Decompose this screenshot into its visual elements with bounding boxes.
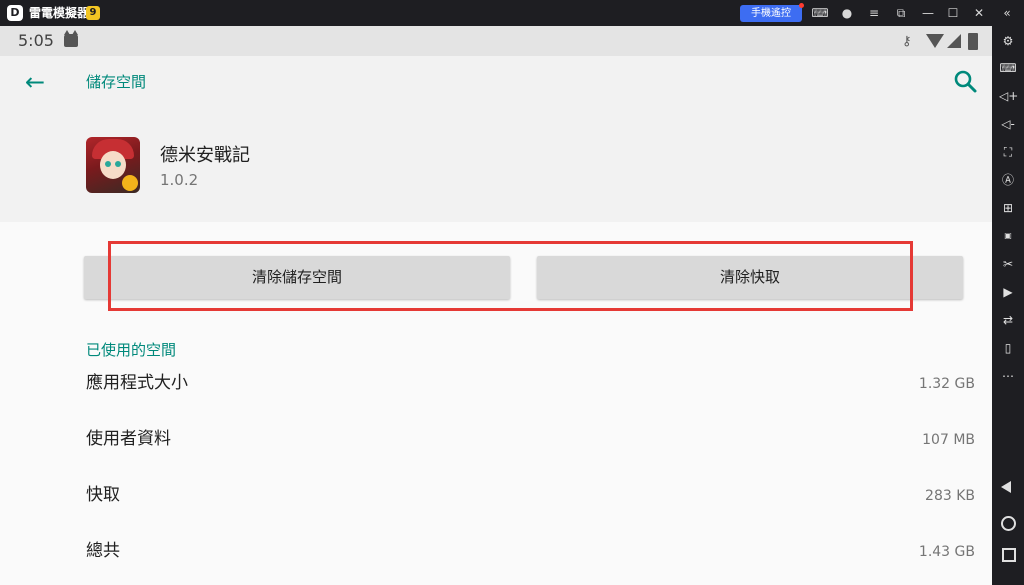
- vpn-key-icon: ⚷: [902, 34, 912, 49]
- battery-icon: [968, 33, 978, 50]
- search-icon[interactable]: [952, 68, 980, 96]
- nav-back-icon[interactable]: [1001, 481, 1011, 493]
- highlight-box: [108, 241, 913, 311]
- apk-install-icon[interactable]: ▣: [999, 227, 1017, 245]
- user-data-value: 107 MB: [922, 432, 975, 448]
- app-icon: [86, 137, 140, 193]
- back-arrow-icon[interactable]: ←: [22, 69, 48, 95]
- shake-icon[interactable]: ▯: [999, 339, 1017, 357]
- page-title: 儲存空間: [86, 73, 147, 91]
- android-status-bar: 5:05 ⚷: [0, 26, 992, 56]
- user-icon[interactable]: ●: [838, 4, 856, 22]
- app-name: 德米安戰記: [160, 145, 250, 166]
- minimize-icon[interactable]: —: [919, 4, 937, 22]
- sync-icon[interactable]: ⇄: [999, 311, 1017, 329]
- add-window-icon[interactable]: ⊞: [999, 199, 1017, 217]
- nav-home-icon[interactable]: [1001, 516, 1016, 531]
- emulator-title-bar: D 雷電模擬器 9 手機遙控 ⌨ ● ≡ ⧉ — ☐ ✕ «: [0, 0, 1024, 26]
- maximize-icon[interactable]: ☐: [944, 4, 962, 22]
- total-label: 總共: [86, 541, 120, 561]
- app-size-label: 應用程式大小: [86, 373, 188, 393]
- remote-control-button[interactable]: 手機遙控: [740, 3, 804, 22]
- app-icon-face: [100, 151, 126, 179]
- screenshot-icon[interactable]: ⛶: [999, 143, 1017, 161]
- app-version: 1.0.2: [160, 171, 199, 189]
- app-icon-eye-left: [105, 161, 111, 167]
- user-data-label: 使用者資料: [86, 429, 171, 449]
- keyboard-icon[interactable]: ⌨: [999, 59, 1017, 77]
- restore-icon[interactable]: ⧉: [892, 4, 910, 22]
- emulator-sidebar: ⚙ ⌨ ◁+ ◁- ⛶ Ⓐ ⊞ ▣ ✂ ▶ ⇄ ▯ ⋯: [992, 26, 1024, 585]
- volume-down-icon[interactable]: ◁-: [999, 115, 1017, 133]
- nav-recent-icon[interactable]: [1002, 548, 1016, 562]
- menu-icon[interactable]: ≡: [865, 4, 883, 22]
- notification-dot: [799, 3, 804, 8]
- scissors-icon[interactable]: ✂: [999, 255, 1017, 273]
- app-size-value: 1.32 GB: [918, 376, 975, 392]
- storage-settings-screen: ← 儲存空間 德米安戰記 1.0.2 清除儲存空間 清除快取 已使用的空間 應用…: [0, 56, 992, 585]
- record-icon[interactable]: ▶: [999, 283, 1017, 301]
- settings-icon[interactable]: ⚙: [999, 32, 1017, 50]
- more-icon[interactable]: ⋯: [999, 367, 1017, 385]
- auto-click-icon[interactable]: Ⓐ: [999, 171, 1017, 189]
- gamepad-icon[interactable]: ⌨: [811, 4, 829, 22]
- collapse-icon[interactable]: «: [998, 4, 1016, 22]
- total-value: 1.43 GB: [918, 544, 975, 560]
- close-icon[interactable]: ✕: [970, 4, 988, 22]
- app-header: ← 儲存空間 德米安戰記 1.0.2: [0, 56, 992, 222]
- app-icon-badge: [122, 175, 138, 191]
- cache-label: 快取: [86, 485, 120, 505]
- status-time: 5:05: [18, 31, 54, 50]
- vip-badge[interactable]: 9: [86, 6, 100, 20]
- used-space-section-title: 已使用的空間: [86, 341, 177, 359]
- remote-control-label: 手機遙控: [751, 8, 791, 19]
- cache-value: 283 KB: [925, 488, 975, 504]
- emulator-app-name: 雷電模擬器: [29, 6, 90, 20]
- signal-icon: [947, 34, 961, 48]
- emulator-logo-icon: D: [7, 5, 23, 21]
- wifi-icon: [926, 34, 944, 48]
- notification-cat-icon: [64, 30, 78, 47]
- volume-up-icon[interactable]: ◁+: [999, 87, 1018, 105]
- app-icon-eye-right: [115, 161, 121, 167]
